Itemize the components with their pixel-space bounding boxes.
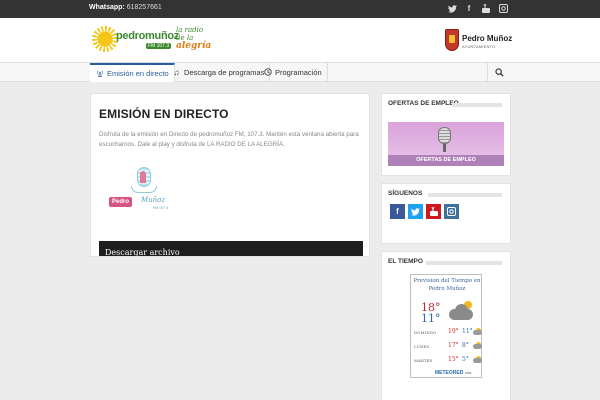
site-logo[interactable]: pedromuñoz FM 107.3 la radio de la alegr… (92, 26, 212, 56)
flamingo-icon (140, 171, 146, 183)
download-bar[interactable]: Descargar archivo (99, 241, 363, 256)
youtube-icon[interactable] (481, 3, 491, 14)
facebook-icon: f (396, 207, 399, 216)
instagram-button[interactable] (444, 204, 459, 219)
ayuntamiento-subtitle: AYUNTAMIENTO (462, 44, 496, 49)
logo-frequency: FM 107.3 (146, 43, 172, 49)
forecast-day: DOMINGO (414, 330, 437, 335)
coat-of-arms-icon (445, 29, 459, 51)
partly-cloudy-icon (473, 328, 482, 335)
music-note-icon: ♫ (173, 68, 180, 77)
slogan-line-3: alegría (176, 41, 212, 51)
forecast-max: 19° (448, 328, 459, 335)
today-min-temp: 11° (421, 312, 441, 325)
youtube-icon (429, 207, 438, 216)
sun-logo-icon (92, 26, 118, 52)
nav-item-descarga[interactable]: ♫ Descarga de programas (167, 63, 271, 82)
youtube-button[interactable] (426, 204, 441, 219)
meteored-suffix: más (464, 371, 472, 375)
partly-cloudy-icon (473, 342, 482, 349)
meteored-credit[interactable]: METEORED más (435, 370, 471, 376)
main-nav: Emisión en directo ♫ Descarga de program… (0, 62, 600, 82)
widget-el-tiempo: EL TIEMPO Prevision del Tiempo en Pedro … (381, 251, 511, 400)
forecast-min: 11° (462, 328, 473, 335)
top-social-links: f (447, 3, 508, 14)
nav-label-programacion: Programación (275, 68, 322, 77)
microphone-stand (131, 186, 157, 193)
twitter-icon[interactable] (447, 3, 457, 14)
forecast-day: LUNES (414, 344, 430, 349)
nav-item-emision[interactable]: Emisión en directo (90, 63, 175, 82)
page-description: Disfruta de la emisión en Directo de ped… (99, 131, 359, 148)
nav-item-programacion[interactable]: Programación (258, 63, 328, 82)
ayuntamiento-logo[interactable]: Pedro Muñoz AYUNTAMIENTO (445, 29, 521, 55)
forecast-min: 8° (462, 342, 469, 349)
forecast-row: DOMINGO 19° 11° (414, 327, 482, 337)
thumbnail-brand: Pedro Muñoz FM 107.3 (109, 196, 179, 213)
twitter-button[interactable] (408, 204, 423, 219)
microphone-icon (438, 127, 451, 144)
widget-siguenos: SÍGUENOS f (381, 183, 511, 244)
forecast-max: 15° (448, 356, 459, 363)
facebook-icon[interactable]: f (464, 3, 474, 14)
instagram-icon[interactable] (498, 3, 508, 14)
cloudy-weather-icon (449, 301, 473, 320)
whatsapp-label: Whatsapp: (89, 4, 125, 11)
search-icon (495, 68, 504, 77)
forecast-min: 5° (462, 356, 469, 363)
forecast-max: 17° (448, 342, 459, 349)
ofertas-empleo-banner[interactable]: OFERTAS DE EMPLEO (388, 122, 504, 166)
thumb-label-pedro: Pedro (109, 197, 133, 207)
microphone-stand (443, 144, 446, 152)
partly-cloudy-icon (473, 356, 482, 363)
site-header: pedromuñoz FM 107.3 la radio de la alegr… (0, 18, 600, 62)
twitter-icon (411, 207, 420, 216)
search-button[interactable] (487, 63, 511, 82)
station-thumbnail[interactable]: Pedro Muñoz FM 107.3 (105, 159, 183, 223)
widget-title-tiempo: EL TIEMPO (388, 258, 423, 265)
weather-widget-title: Prevision del Tiempo en Pedro Muñoz (413, 278, 481, 292)
facebook-button[interactable]: f (390, 204, 405, 219)
title-divider (452, 103, 502, 107)
widget-ofertas-empleo: OFERTAS DE EMPLEO OFERTAS DE EMPLEO (381, 93, 511, 176)
widget-title-siguenos: SÍGUENOS (388, 190, 423, 197)
antenna-icon (95, 69, 104, 79)
whatsapp-number[interactable]: 618257661 (127, 4, 162, 11)
page-title: EMISIÓN EN DIRECTO (99, 107, 229, 121)
forecast-day: MARTES (414, 358, 433, 363)
widget-title-ofertas: OFERTAS DE EMPLEO (388, 100, 459, 107)
logo-slogan: la radio de la alegría (176, 26, 216, 51)
social-buttons: f (390, 204, 459, 219)
nav-label-descarga: Descarga de programas (184, 68, 265, 77)
thumb-label-fm: FM 107.3 (153, 206, 168, 210)
forecast-row: MARTES 15° 5° (414, 355, 482, 365)
logo-name: pedromuñoz (116, 30, 179, 42)
download-link[interactable]: Descargar archivo (105, 248, 180, 256)
top-bar: Whatsapp: 618257661 f (0, 0, 600, 18)
clock-icon (263, 67, 272, 78)
slogan-line-1: la radio (176, 26, 204, 34)
main-content-card: EMISIÓN EN DIRECTO Disfruta de la emisió… (90, 93, 370, 257)
nav-label-emision: Emisión en directo (107, 69, 169, 78)
meteored-logo: METEORED (435, 370, 464, 376)
thumb-label-munoz: Muñoz (141, 196, 166, 204)
weather-widget[interactable]: Prevision del Tiempo en Pedro Muñoz 18° … (410, 274, 482, 378)
title-divider (426, 261, 502, 265)
instagram-icon (447, 207, 456, 216)
banner-label: OFERTAS DE EMPLEO (388, 155, 504, 166)
forecast-row: LUNES 17° 8° (414, 341, 482, 351)
title-divider (428, 193, 502, 197)
whatsapp-info: Whatsapp: 618257661 (89, 4, 162, 11)
ayuntamiento-name: Pedro Muñoz (462, 34, 513, 43)
